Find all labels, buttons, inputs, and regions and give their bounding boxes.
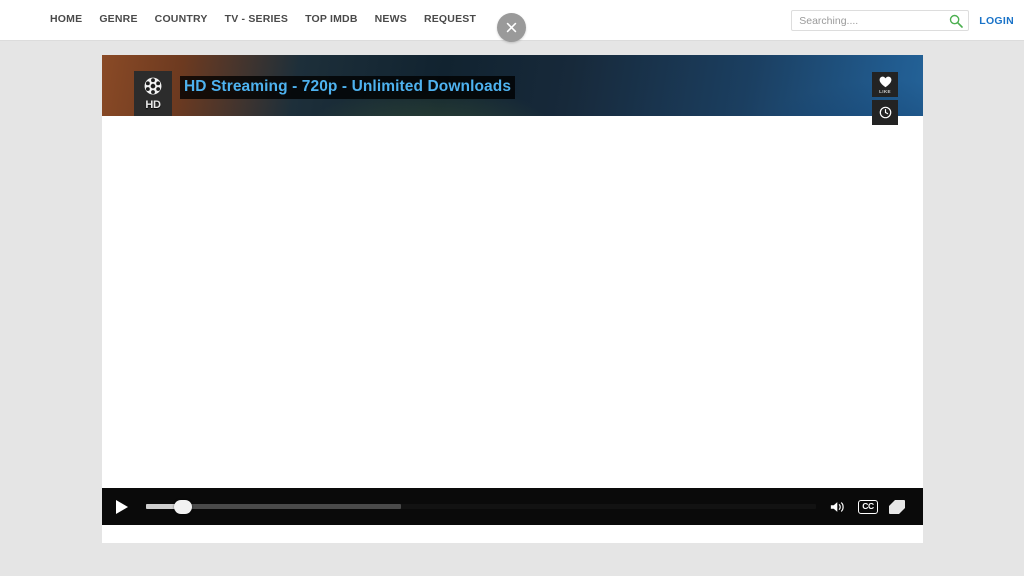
like-button-label: LIKE xyxy=(879,88,891,94)
player-right-controls: CC xyxy=(830,496,923,518)
like-button[interactable]: LIKE xyxy=(872,72,898,97)
side-action-group: LIKE xyxy=(872,72,898,125)
hd-quality-badge[interactable]: HD xyxy=(134,71,172,116)
search-icon[interactable] xyxy=(949,14,964,28)
search-input[interactable] xyxy=(799,11,950,30)
player-banner: HD HD Streaming - 720p - Unlimited Downl… xyxy=(102,55,923,116)
hd-badge-label: HD xyxy=(145,99,161,111)
login-link[interactable]: LOGIN xyxy=(979,15,1014,27)
captions-label: CC xyxy=(862,501,874,512)
fullscreen-icon xyxy=(889,499,905,514)
video-player[interactable]: HD HD Streaming - 720p - Unlimited Downl… xyxy=(102,55,923,543)
volume-button[interactable] xyxy=(830,496,847,518)
nav-item-request[interactable]: REQUEST xyxy=(424,13,476,25)
volume-icon xyxy=(830,501,844,512)
nav-item-tv-series[interactable]: TV - SERIES xyxy=(225,13,288,25)
banner-title[interactable]: HD Streaming - 720p - Unlimited Download… xyxy=(180,76,516,99)
watch-later-button[interactable] xyxy=(872,100,898,125)
player-control-bar: CC xyxy=(102,488,923,525)
captions-button[interactable]: CC xyxy=(858,496,878,518)
play-button[interactable] xyxy=(102,488,138,525)
nav-item-news[interactable]: NEWS xyxy=(375,13,407,25)
clock-icon xyxy=(879,106,891,118)
play-icon xyxy=(115,499,128,514)
main-navigation: HOME GENRE COUNTRY TV - SERIES TOP IMDb … xyxy=(50,13,476,25)
header-right-group: LOGIN xyxy=(791,10,1014,31)
nav-item-country[interactable]: COUNTRY xyxy=(155,13,208,25)
nav-item-home[interactable]: HOME xyxy=(50,13,82,25)
close-button[interactable] xyxy=(497,13,526,42)
search-box[interactable] xyxy=(791,10,970,31)
video-stage[interactable] xyxy=(102,116,923,543)
progress-track[interactable] xyxy=(146,504,816,509)
heart-icon xyxy=(879,76,891,87)
progress-bar[interactable] xyxy=(138,488,824,525)
progress-handle[interactable] xyxy=(174,499,193,514)
closed-captions-icon: CC xyxy=(858,499,878,514)
nav-item-genre[interactable]: GENRE xyxy=(99,13,137,25)
fullscreen-button[interactable] xyxy=(889,496,905,518)
close-icon xyxy=(506,22,517,33)
film-reel-icon xyxy=(144,77,162,95)
nav-item-top-imdb[interactable]: TOP IMDb xyxy=(305,13,358,25)
